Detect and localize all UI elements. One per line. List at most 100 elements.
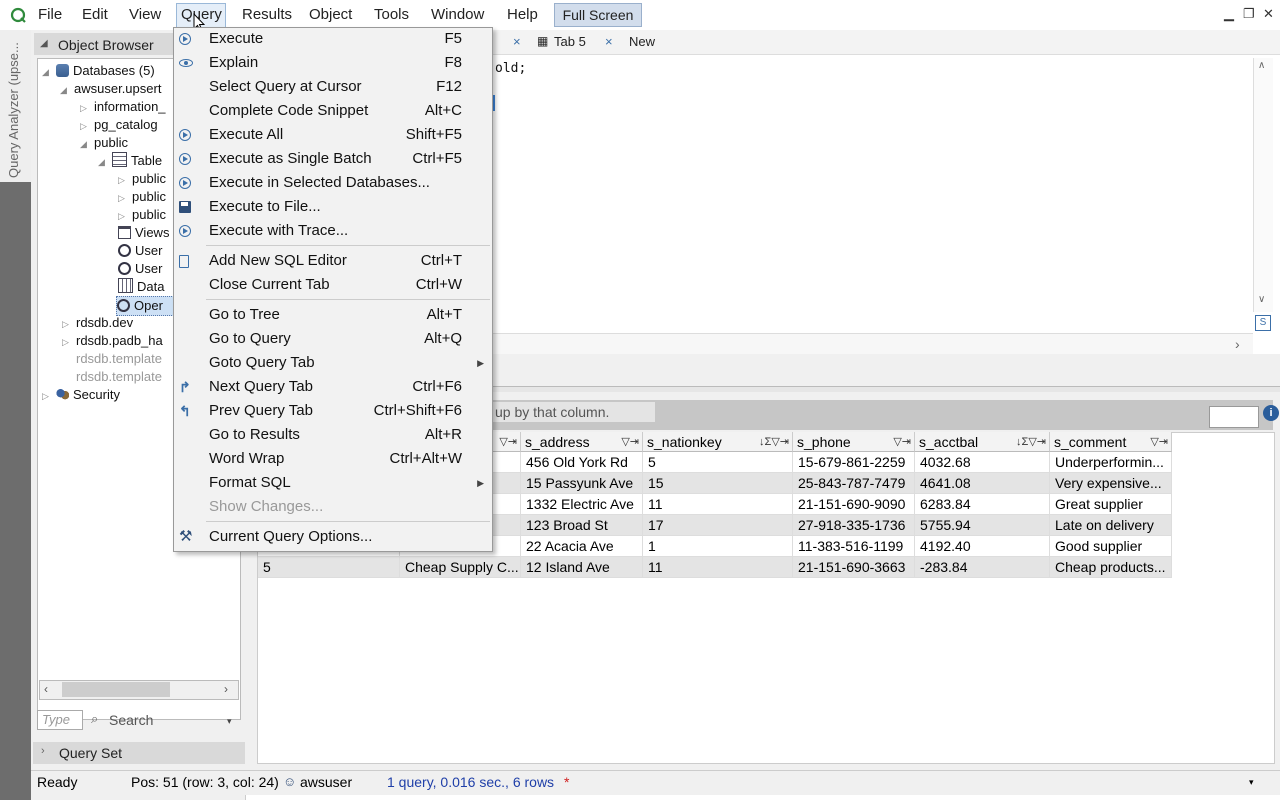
menu-item-close-current-tab[interactable]: Close Current Tab Ctrl+W bbox=[174, 275, 492, 297]
menu-item-execute-as-single-batch[interactable]: Execute as Single Batch Ctrl+F5 bbox=[174, 149, 492, 171]
menu-item-execute-all[interactable]: Execute All Shift+F5 bbox=[174, 125, 492, 147]
status-summary[interactable]: 1 query, 0.016 sec., 6 rows bbox=[387, 774, 554, 790]
menu-object[interactable]: Object bbox=[309, 5, 352, 25]
filter-pin-icon[interactable]: ▽⇥ bbox=[893, 432, 911, 452]
cell-s-acctbal[interactable]: 4192.40 bbox=[915, 536, 1050, 557]
col-header-s-acctbal[interactable]: s_acctbal ↓Σ▽⇥ bbox=[915, 432, 1050, 452]
scroll-right-icon[interactable]: › bbox=[224, 682, 228, 696]
tree-item-security[interactable]: ▷ Security bbox=[42, 386, 120, 404]
menu-item-select-query-at-cursor[interactable]: Select Query at Cursor F12 bbox=[174, 77, 492, 99]
col-header-s-phone[interactable]: s_phone ▽⇥ bbox=[793, 432, 915, 452]
query-set-bar[interactable]: › Query Set bbox=[33, 742, 245, 764]
cell-s-nationkey[interactable]: 17 bbox=[643, 515, 793, 536]
search-icon[interactable]: ⌕ bbox=[91, 711, 98, 727]
menu-item-execute[interactable]: Execute F5 bbox=[174, 29, 492, 51]
cell-s-acctbal[interactable]: 5755.94 bbox=[915, 515, 1050, 536]
cell-name[interactable]: Cheap Supply C... bbox=[400, 557, 521, 578]
tab-new[interactable]: New bbox=[629, 34, 655, 49]
col-header-s-comment[interactable]: s_comment ▽⇥ bbox=[1050, 432, 1172, 452]
tree-item-rdsdb-padb[interactable]: ▷ rdsdb.padb_ha bbox=[62, 332, 163, 350]
tree-item-operators[interactable]: Oper bbox=[116, 296, 174, 316]
dropdown-arrow-icon[interactable]: ▾ bbox=[1249, 777, 1254, 788]
scroll-left-icon[interactable]: ‹ bbox=[44, 682, 48, 696]
menu-item-go-to-query[interactable]: Go to Query Alt+Q bbox=[174, 329, 492, 351]
tree-item-public-table-3[interactable]: ▷ public bbox=[118, 206, 166, 224]
cell-s-phone[interactable]: 21-151-690-9090 bbox=[793, 494, 915, 515]
menu-item-next-query-tab[interactable]: ↱ Next Query Tab Ctrl+F6 bbox=[174, 377, 492, 399]
scroll-right-icon[interactable]: › bbox=[1235, 336, 1240, 352]
cell-s-address[interactable]: 12 Island Ave bbox=[521, 557, 643, 578]
cell-s-comment[interactable]: Great supplier bbox=[1050, 494, 1172, 515]
cell-s-comment[interactable]: Cheap products... bbox=[1050, 557, 1172, 578]
menu-edit[interactable]: Edit bbox=[82, 5, 108, 25]
tab-close-icon[interactable]: × bbox=[513, 34, 521, 49]
tree-item-tables[interactable]: ◢ Table bbox=[98, 152, 162, 170]
tree-item-rdsdb-dev[interactable]: ▷ rdsdb.dev bbox=[62, 314, 133, 332]
tree-item-information-schema[interactable]: ▷ information_ bbox=[80, 98, 166, 116]
close-icon[interactable]: ✕ bbox=[1263, 6, 1274, 22]
menu-item-go-to-results[interactable]: Go to Results Alt+R bbox=[174, 425, 492, 447]
menu-item-execute-with-trace[interactable]: Execute with Trace... bbox=[174, 221, 492, 243]
tab-5[interactable]: Tab 5 bbox=[554, 34, 586, 49]
type-filter-input[interactable]: Type to bbox=[37, 710, 83, 730]
tree-item-data[interactable]: Data bbox=[118, 278, 164, 296]
results-filter-input[interactable] bbox=[1209, 406, 1259, 428]
cell-s-address[interactable]: 15 Passyunk Ave bbox=[521, 473, 643, 494]
info-icon[interactable]: i bbox=[1263, 405, 1279, 421]
col-header-s-address[interactable]: s_address ▽⇥ bbox=[521, 432, 643, 452]
expand-chevron-icon[interactable]: › bbox=[41, 745, 45, 757]
dropdown-arrow-icon[interactable]: ▾ bbox=[227, 716, 232, 727]
tree-horizontal-scrollbar[interactable]: ‹ › bbox=[39, 680, 239, 700]
filter-pin-icon[interactable]: ▽⇥ bbox=[1150, 432, 1168, 452]
cell-s-address[interactable]: 1332 Electric Ave bbox=[521, 494, 643, 515]
filter-pin-icon[interactable]: ▽⇥ bbox=[499, 432, 517, 452]
tree-item-user-2[interactable]: User bbox=[118, 260, 162, 278]
cell-s-phone[interactable]: 15-679-861-2259 bbox=[793, 452, 915, 473]
filter-pin-icon[interactable]: ▽⇥ bbox=[621, 432, 639, 452]
cell-s-comment[interactable]: Good supplier bbox=[1050, 536, 1172, 557]
menu-view[interactable]: View bbox=[129, 5, 161, 25]
menu-item-prev-query-tab[interactable]: ↰ Prev Query Tab Ctrl+Shift+F6 bbox=[174, 401, 492, 423]
cell-s-phone[interactable]: 25-843-787-7479 bbox=[793, 473, 915, 494]
cell-s-acctbal[interactable]: 4032.68 bbox=[915, 452, 1050, 473]
sync-icon[interactable]: S bbox=[1255, 315, 1271, 331]
menu-item-add-new-sql-editor[interactable]: Add New SQL Editor Ctrl+T bbox=[174, 251, 492, 273]
tree-item-pg-catalog[interactable]: ▷ pg_catalog bbox=[80, 116, 158, 134]
editor-vertical-scrollbar[interactable]: ∧ ∨ bbox=[1253, 58, 1273, 312]
menu-item-current-query-options[interactable]: ⚒ Current Query Options... bbox=[174, 527, 492, 549]
menu-item-execute-in-selected-databases[interactable]: Execute in Selected Databases... bbox=[174, 173, 492, 195]
scroll-down-icon[interactable]: ∨ bbox=[1258, 294, 1265, 305]
menu-results[interactable]: Results bbox=[242, 5, 292, 25]
cell-s-phone[interactable]: 21-151-690-3663 bbox=[793, 557, 915, 578]
full-screen-button[interactable]: Full Screen bbox=[554, 3, 642, 27]
cell-s-nationkey[interactable]: 1 bbox=[643, 536, 793, 557]
menu-file[interactable]: File bbox=[38, 5, 62, 25]
menu-item-format-sql[interactable]: Format SQL ▶ bbox=[174, 473, 492, 495]
menu-item-goto-query-tab[interactable]: Goto Query Tab ▶ bbox=[174, 353, 492, 375]
cell-s-phone[interactable]: 27-918-335-1736 bbox=[793, 515, 915, 536]
col-header-s-nationkey[interactable]: s_nationkey ↓Σ▽⇥ bbox=[643, 432, 793, 452]
scroll-up-icon[interactable]: ∧ bbox=[1258, 60, 1265, 71]
menu-tools[interactable]: Tools bbox=[374, 5, 409, 25]
tab-close-icon[interactable]: × bbox=[605, 34, 613, 49]
tree-item-views[interactable]: Views bbox=[118, 224, 169, 242]
cell-s-address[interactable]: 22 Acacia Ave bbox=[521, 536, 643, 557]
scroll-thumb[interactable] bbox=[62, 682, 170, 697]
cell-s-address[interactable]: 456 Old York Rd bbox=[521, 452, 643, 473]
menu-item-execute-to-file[interactable]: Execute to File... bbox=[174, 197, 492, 219]
cell-s-comment[interactable]: Late on delivery bbox=[1050, 515, 1172, 536]
cell-s-comment[interactable]: Very expensive... bbox=[1050, 473, 1172, 494]
cell-s-nationkey[interactable]: 11 bbox=[643, 494, 793, 515]
menu-item-word-wrap[interactable]: Word Wrap Ctrl+Alt+W bbox=[174, 449, 492, 471]
tree-item-public-table-2[interactable]: ▷ public bbox=[118, 188, 166, 206]
tree-item-rdsdb-template-2[interactable]: rdsdb.template bbox=[76, 368, 162, 386]
cell-s-nationkey[interactable]: 11 bbox=[643, 557, 793, 578]
sort-sum-filter-icon[interactable]: ↓Σ▽⇥ bbox=[759, 432, 789, 452]
query-analyzer-vertical-tab[interactable]: Query Analyzer (upse... bbox=[0, 30, 31, 182]
cell-s-nationkey[interactable]: 5 bbox=[643, 452, 793, 473]
restore-icon[interactable]: ❐ bbox=[1243, 6, 1255, 22]
tree-item-databases[interactable]: ◢ Databases (5) bbox=[42, 62, 155, 80]
cell-s-nationkey[interactable]: 15 bbox=[643, 473, 793, 494]
cell-s-address[interactable]: 123 Broad St bbox=[521, 515, 643, 536]
cell-s-phone[interactable]: 11-383-516-1199 bbox=[793, 536, 915, 557]
